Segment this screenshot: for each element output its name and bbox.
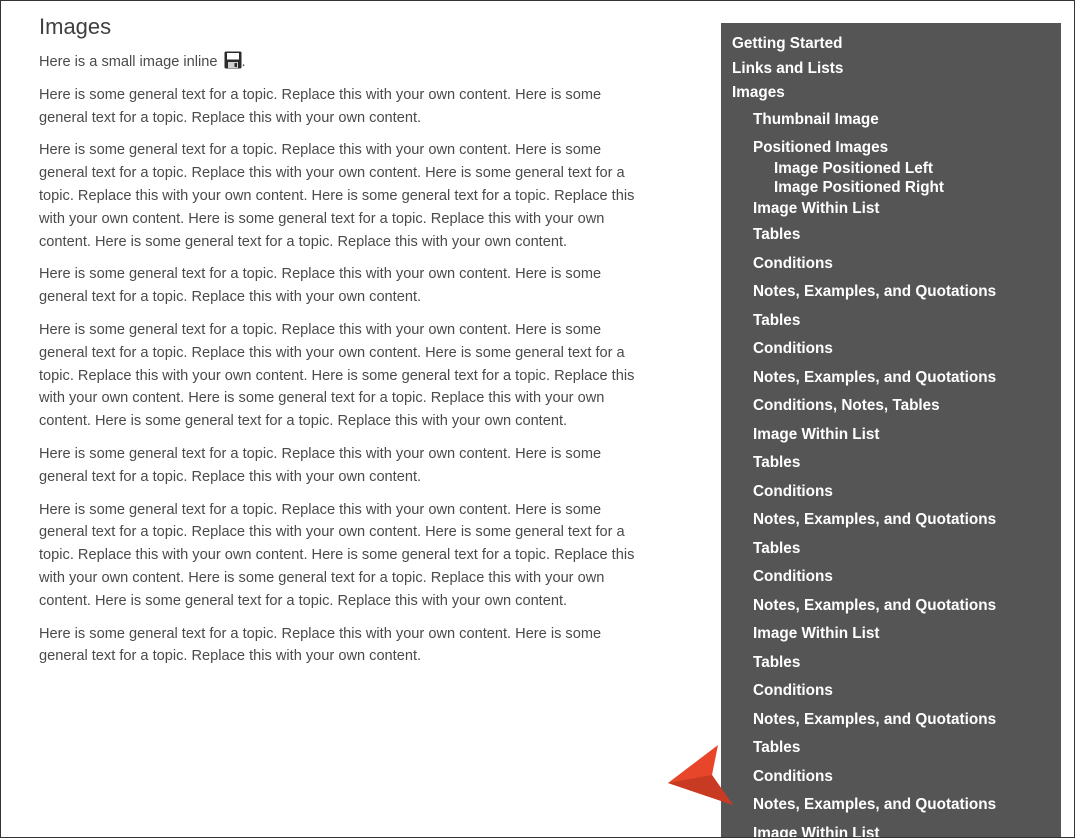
nav-link[interactable]: Notes, Examples, and Quotations [753, 369, 996, 386]
page-frame: Images Here is a small image inline . He… [0, 0, 1075, 838]
nav-subitem[interactable]: Tables [721, 220, 1061, 250]
body-paragraph: Here is some general text for a topic. R… [39, 501, 635, 609]
nav-link[interactable]: Image Within List [753, 825, 880, 838]
body-paragraph: Here is some general text for a topic. R… [39, 321, 635, 430]
nav-subitem[interactable]: Notes, Examples, and Quotations [721, 506, 1061, 535]
nav-subitem[interactable]: Conditions [721, 250, 1061, 279]
nav-item[interactable]: Images [721, 81, 1061, 106]
paragraph-list: Here is some general text for a topic. R… [39, 84, 639, 668]
nav-link[interactable]: Getting Started [732, 35, 842, 52]
page-title: Images [39, 14, 112, 39]
inline-image-text: Here is a small image inline [39, 54, 218, 70]
nav-subitem[interactable]: Notes, Examples, and Quotations [721, 791, 1061, 820]
body-paragraph: Here is some general text for a topic. R… [39, 86, 602, 126]
nav-link[interactable]: Notes, Examples, and Quotations [753, 597, 996, 614]
nav-subitem[interactable]: Conditions [721, 335, 1061, 364]
nav-subitem[interactable]: Image Within List [721, 820, 1061, 838]
nav-link[interactable]: Notes, Examples, and Quotations [753, 711, 996, 728]
nav-subitem[interactable]: Image Within List [721, 421, 1061, 450]
nav-link[interactable]: Positioned Images [753, 139, 888, 156]
inline-image-paragraph: Here is a small image inline . [39, 51, 639, 74]
nav-subitem[interactable]: Conditions, Notes, Tables [721, 392, 1061, 421]
nav-subitem[interactable]: Tables [721, 734, 1061, 763]
side-navigation: Getting Started Links and Lists Images Thum… [721, 23, 1061, 838]
body-paragraph: Here is some general text for a topic. R… [39, 266, 602, 306]
nav-subitem[interactable]: Image Within List [721, 620, 1061, 649]
nav-link[interactable]: Thumbnail Image [753, 111, 879, 128]
nav-link[interactable]: Conditions [753, 568, 833, 585]
nav-subsubitem[interactable]: Image Positioned Right [721, 178, 1061, 197]
nav-subitem[interactable]: Conditions [721, 763, 1061, 792]
nav-list: Getting Started Links and Lists Images Thum… [721, 23, 1061, 838]
nav-subsubitem[interactable]: Image Positioned Left [721, 159, 1061, 178]
nav-link[interactable]: Links and Lists [732, 60, 843, 77]
nav-subitem[interactable]: Notes, Examples, and Quotations [721, 592, 1061, 621]
nav-subitem[interactable]: Tables [721, 535, 1061, 564]
nav-subitem[interactable]: Notes, Examples, and Quotations [721, 706, 1061, 735]
arrow-pointer-icon [668, 745, 733, 805]
nav-link[interactable]: Conditions [753, 340, 833, 357]
nav-subitem[interactable]: Tables [721, 449, 1061, 478]
nav-link[interactable]: Conditions, Notes, Tables [753, 397, 940, 414]
nav-link[interactable]: Tables [753, 739, 800, 756]
nav-link[interactable]: Image Positioned Right [774, 179, 944, 196]
nav-link[interactable]: Conditions [753, 682, 833, 699]
nav-link[interactable]: Tables [753, 226, 800, 243]
nav-subitem[interactable]: Notes, Examples, and Quotations [721, 364, 1061, 393]
nav-link[interactable]: Image Positioned Left [774, 160, 933, 177]
inline-image-after: . [241, 54, 246, 70]
nav-link[interactable]: Conditions [753, 768, 833, 785]
nav-link[interactable]: Notes, Examples, and Quotations [753, 511, 996, 528]
nav-subitem[interactable]: Image Within List [721, 197, 1061, 220]
body-paragraph: Here is some general text for a topic. R… [39, 142, 635, 250]
body-paragraph: Here is some general text for a topic. R… [39, 445, 602, 485]
nav-subitem[interactable]: Thumbnail Image [721, 106, 1061, 135]
nav-link[interactable]: Image Within List [753, 200, 880, 217]
nav-link[interactable]: Tables [753, 312, 800, 329]
nav-subitem[interactable]: Conditions [721, 677, 1061, 706]
nav-item[interactable]: Getting Started [721, 23, 1061, 57]
nav-subitem[interactable]: Conditions [721, 563, 1061, 592]
nav-subitem[interactable]: Notes, Examples, and Quotations [721, 278, 1061, 307]
nav-link[interactable]: Image Within List [753, 625, 880, 642]
nav-subitem[interactable]: Conditions [721, 478, 1061, 507]
nav-subitem[interactable]: Tables [721, 649, 1061, 678]
nav-subitem[interactable]: Positioned Images [721, 134, 1061, 159]
nav-link[interactable]: Tables [753, 654, 800, 671]
save-icon [224, 51, 242, 69]
nav-link[interactable]: Tables [753, 454, 800, 471]
topic-content: Images Here is a small image inline . He… [39, 1, 639, 678]
nav-link[interactable]: Images [732, 84, 785, 101]
nav-link[interactable]: Conditions [753, 255, 833, 272]
nav-link[interactable]: Notes, Examples, and Quotations [753, 796, 996, 813]
nav-item[interactable]: Links and Lists [721, 57, 1061, 82]
nav-link[interactable]: Conditions [753, 483, 833, 500]
nav-link[interactable]: Tables [753, 540, 800, 557]
body-paragraph: Here is some general text for a topic. R… [39, 625, 602, 665]
nav-link[interactable]: Image Within List [753, 426, 880, 443]
nav-subitem[interactable]: Tables [721, 307, 1061, 336]
nav-link[interactable]: Notes, Examples, and Quotations [753, 283, 996, 300]
